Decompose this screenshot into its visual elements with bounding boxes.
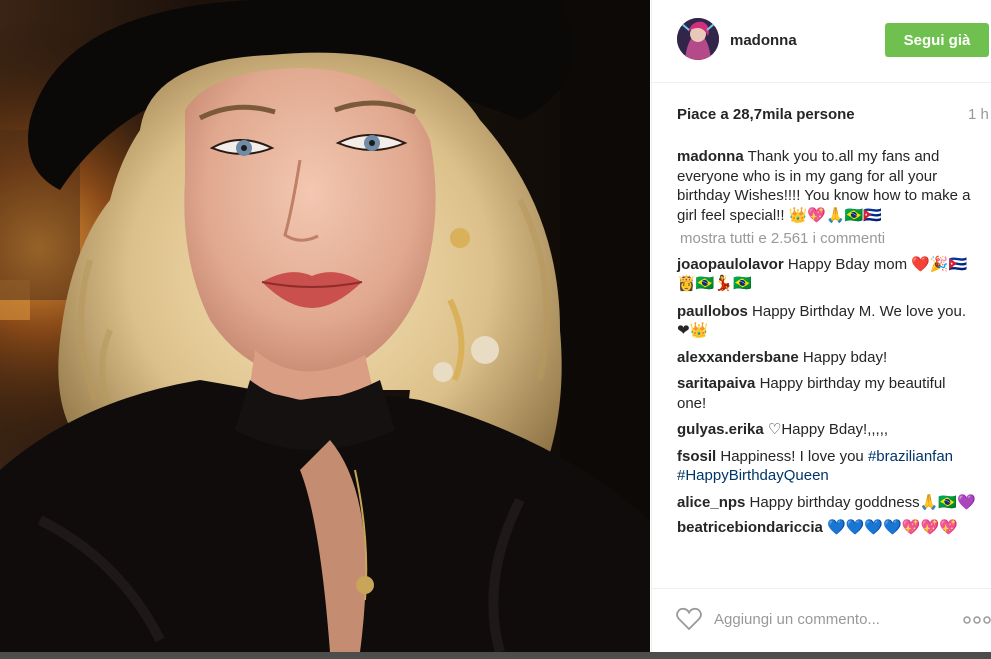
comment-text: Happy birthday goddness🙏🇧🇷💜 bbox=[749, 493, 976, 511]
comment-bar bbox=[652, 588, 991, 651]
add-comment-input[interactable] bbox=[714, 606, 934, 632]
comments-list: madonna Thank you to.all my fans and eve… bbox=[677, 147, 977, 538]
comment-item: paullobos Happy Birthday M. We love you.… bbox=[677, 302, 977, 341]
comment-username[interactable]: beatricebiondariccia bbox=[677, 519, 823, 536]
avatar-image bbox=[677, 18, 719, 60]
comment-item: alexxandersbane Happy bday! bbox=[677, 348, 977, 368]
comment-item: saritapaiva Happy birthday my beautiful … bbox=[677, 374, 977, 413]
comment-username[interactable]: gulyas.erika bbox=[677, 421, 764, 438]
avatar[interactable] bbox=[677, 18, 719, 60]
comment-text: 💙💙💙💙💖💖💖 bbox=[827, 519, 958, 536]
comment-item: beatricebiondariccia 💙💙💙💙💖💖💖 bbox=[677, 518, 977, 538]
post-header: madonna Segui già bbox=[652, 0, 991, 83]
follow-button[interactable]: Segui già bbox=[885, 23, 989, 57]
comment-text: Happiness! I love you bbox=[720, 447, 864, 465]
comment-item: fsosil Happiness! I love you #brazilianf… bbox=[677, 447, 977, 486]
likes-count[interactable]: Piace a 28,7mila persone bbox=[677, 106, 855, 123]
comment-item: alice_nps Happy birthday goddness🙏🇧🇷💜 bbox=[677, 493, 977, 513]
comment-username[interactable]: saritapaiva bbox=[677, 375, 755, 392]
comment-text: Happy bday! bbox=[802, 348, 888, 366]
comment-username[interactable]: paullobos bbox=[677, 303, 748, 320]
comment-text: ♡Happy Bday!,,,,, bbox=[767, 421, 889, 438]
comment-username[interactable]: fsosil bbox=[677, 448, 716, 465]
caption-username[interactable]: madonna bbox=[677, 148, 744, 165]
comment-username[interactable]: joaopaulolavor bbox=[677, 256, 784, 273]
portrait-image bbox=[0, 0, 650, 652]
load-more-comments[interactable]: mostra tutti e 2.561 i commenti bbox=[680, 229, 977, 249]
post-photo[interactable] bbox=[0, 0, 650, 652]
post-author-username[interactable]: madonna bbox=[730, 32, 797, 49]
more-dots-icon[interactable] bbox=[963, 613, 991, 625]
window-bottom-edge bbox=[0, 652, 991, 659]
heart-outline-icon[interactable] bbox=[676, 607, 702, 631]
post-caption: madonna Thank you to.all my fans and eve… bbox=[677, 147, 977, 225]
comment-item: joaopaulolavor Happy Bday mom ❤️🎉🇨🇺👸🇧🇷💃🇧… bbox=[677, 255, 977, 294]
comment-item: gulyas.erika ♡Happy Bday!,,,,, bbox=[677, 420, 977, 440]
post-details-panel: madonna Segui già Piace a 28,7mila perso… bbox=[651, 0, 991, 652]
post-timestamp[interactable]: 1 h bbox=[968, 106, 991, 123]
comment-username[interactable]: alice_nps bbox=[677, 494, 745, 511]
comment-username[interactable]: alexxandersbane bbox=[677, 349, 799, 366]
